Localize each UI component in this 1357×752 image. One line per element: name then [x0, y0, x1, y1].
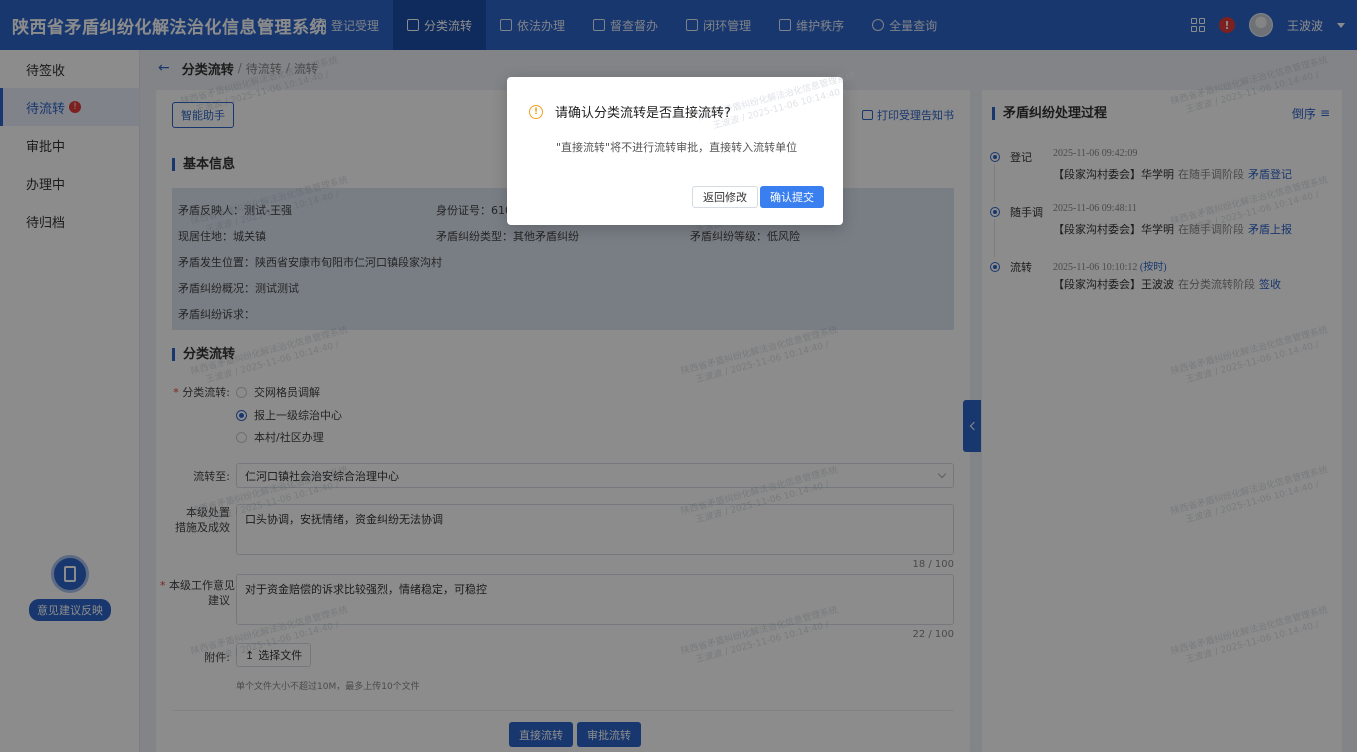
back-to-edit-button[interactable]: 返回修改 [692, 186, 758, 208]
confirm-dialog: 陕西省矛盾纠纷化解法治化信息管理系统 王波波 / 2025-11-06 10:14… [507, 71, 856, 225]
warning-icon: ! [529, 104, 543, 119]
confirm-submit-button[interactable]: 确认提交 [760, 186, 824, 208]
dialog-message: "直接流转"将不进行流转审批，直接转入流转单位 [556, 141, 798, 154]
dialog-title: ! 请确认分类流转是否直接流转? [529, 102, 731, 121]
